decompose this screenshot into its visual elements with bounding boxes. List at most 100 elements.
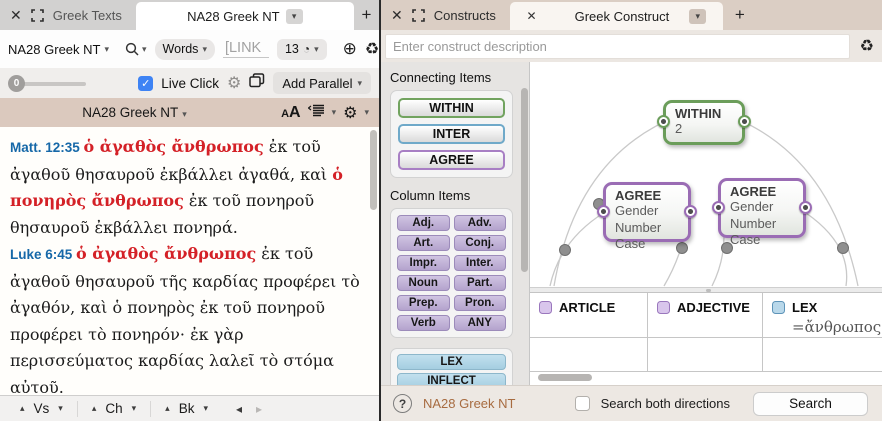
nav-down-icon[interactable]: ▾ (203, 403, 208, 414)
nav-up-icon[interactable]: ▴ (165, 403, 170, 414)
column-item-label: ARTICLE (559, 300, 615, 315)
table-horizontal-scrollbar[interactable] (538, 374, 592, 381)
column-item-value: =ἄνθρωπος (792, 318, 882, 336)
text-pane-header: NA28 Greek NT▾ AA ▾ ⚙ ▾ (0, 98, 379, 127)
connecting-items-title: Connecting Items (390, 70, 529, 85)
search-module-label[interactable]: NA28 Greek NT (423, 396, 515, 411)
add-tab-button[interactable]: + (723, 0, 757, 30)
connecting-item-agree[interactable]: AGREE (398, 150, 505, 170)
chevron-down-icon: ▾ (142, 44, 147, 55)
connector-knob[interactable] (597, 205, 610, 218)
expand-pane-icon[interactable] (31, 9, 44, 22)
font-size-control[interactable]: AA (281, 104, 301, 122)
nav-group-ch: ▴ Ch ▾ (77, 401, 150, 417)
text-pane-title[interactable]: NA28 Greek NT▾ (0, 105, 269, 120)
construct-column-empty-slot[interactable] (763, 338, 882, 372)
tab-greek-construct[interactable]: ✕ Greek Construct ▾ (510, 2, 723, 30)
column-item-impr[interactable]: Impr. (397, 255, 450, 271)
connector-knob[interactable] (799, 201, 812, 214)
text-settings-gear-icon[interactable]: ⚙ (343, 103, 357, 123)
column-item-part[interactable]: Part. (454, 275, 507, 291)
duplicate-pane-icon[interactable] (249, 73, 265, 93)
agree-node[interactable]: AGREE Gender Number Case (718, 178, 806, 238)
amplify-icon[interactable]: ♻ (365, 39, 379, 59)
help-button[interactable]: ? (393, 394, 412, 413)
hit-count-control[interactable]: 13 ◔ ▾ (277, 39, 327, 60)
construct-column-lex[interactable]: LEX=ἄνθρωπος (763, 293, 882, 338)
expand-pane-icon[interactable] (412, 9, 425, 22)
construct-column-adjective[interactable]: ADJECTIVE (648, 293, 763, 338)
tab-dropdown-icon[interactable]: ▾ (689, 9, 706, 24)
chevron-down-icon[interactable]: ▾ (364, 107, 369, 118)
column-item-art[interactable]: Art. (397, 235, 450, 251)
verse-ref[interactable]: Luke 6:45 (10, 247, 76, 262)
within-node[interactable]: WITHIN 2 (663, 100, 745, 145)
column-item-noun[interactable]: Noun (397, 275, 450, 291)
pie-chart-icon: ◔ (303, 42, 310, 56)
construct-description-input[interactable] (385, 34, 850, 59)
nav-up-icon[interactable]: ▴ (20, 403, 25, 414)
search-both-directions-checkbox[interactable] (575, 396, 590, 411)
search-scope-select[interactable]: Words ▾ (155, 39, 215, 60)
column-item-any[interactable]: ANY (454, 315, 507, 331)
connecting-item-inter[interactable]: INTER (398, 124, 505, 144)
connector-knob[interactable] (738, 115, 751, 128)
nav-up-icon[interactable]: ▴ (92, 403, 97, 414)
construct-column-empty-slot[interactable] (530, 338, 648, 372)
agree-node[interactable]: AGREE Gender Number Case (603, 182, 691, 242)
connector-knob[interactable] (657, 115, 670, 128)
text-scrollbar[interactable] (370, 130, 377, 210)
modifier-item-inflect[interactable]: INFLECT (397, 373, 506, 385)
search-entry-field[interactable]: [LINK (223, 40, 269, 58)
column-item-adj[interactable]: Adj. (397, 215, 450, 231)
nav-down-icon[interactable]: ▾ (132, 403, 137, 414)
add-parallel-button[interactable]: Add Parallel ▾ (273, 72, 371, 94)
close-tab-icon[interactable]: ✕ (527, 9, 537, 23)
tab-na28-greek-nt[interactable]: NA28 Greek NT ▾ (136, 2, 354, 30)
nav-down-icon[interactable]: ▾ (58, 403, 63, 414)
construct-column-empty-slot[interactable] (648, 338, 763, 372)
construct-columns-table: ARTICLE ADJECTIVELEX=ἄνθρωπος (530, 293, 882, 372)
column-item-verb[interactable]: Verb (397, 315, 450, 331)
modifier-item-lex[interactable]: LEX (397, 354, 506, 370)
right-tab-bar: ✕ Constructs ✕ Greek Construct ▾ + (381, 0, 882, 30)
live-click-gear-icon[interactable]: ⚙ (227, 73, 241, 93)
nav-label: Ch (105, 401, 122, 416)
connecting-items-group: WITHIN INTER AGREE (390, 90, 513, 178)
column-item-prep[interactable]: Prep. (397, 295, 450, 311)
live-click-checkbox[interactable]: ✓ (138, 76, 153, 91)
search-toolbar: NA28 Greek NT ▾ ▾ Words ▾ [LINK 13 ◔ ▾ ⊕… (0, 30, 379, 68)
text-module-select[interactable]: NA28 Greek NT ▾ (8, 42, 109, 57)
search-button[interactable]: Search (753, 392, 868, 416)
tab-dropdown-icon[interactable]: ▾ (286, 9, 303, 24)
connecting-item-within[interactable]: WITHIN (398, 98, 505, 118)
close-pane-icon[interactable]: ✕ (10, 8, 22, 22)
context-slider[interactable]: 0 (8, 75, 86, 92)
construct-canvas[interactable]: WITHIN 2 AGREE Gender Number Case AGREE … (530, 62, 882, 385)
verse-ref[interactable]: Matt. 12:35 (10, 140, 84, 155)
paragraph-format-icon[interactable] (308, 104, 325, 122)
column-item-conj[interactable]: Conj. (454, 235, 507, 251)
amplify-icon[interactable]: ♻ (860, 36, 874, 56)
chevron-down-icon[interactable]: ▾ (332, 107, 337, 118)
search-both-directions-label: Search both directions (601, 396, 730, 411)
add-tab-button[interactable]: + (354, 0, 379, 30)
pane-divider[interactable] (379, 0, 381, 421)
column-item-icon (772, 301, 785, 314)
column-item-pron[interactable]: Pron. (454, 295, 507, 311)
close-pane-icon[interactable]: ✕ (391, 8, 403, 22)
search-mode-select[interactable]: ▾ (125, 42, 147, 57)
palette-scrollbar[interactable] (521, 88, 528, 272)
history-back-icon[interactable]: ◂ (236, 402, 242, 416)
connector-knob[interactable] (684, 205, 697, 218)
slider-thumb[interactable]: 0 (8, 75, 25, 92)
column-item-inter[interactable]: Inter. (454, 255, 507, 271)
add-search-icon[interactable]: ⊕ (343, 39, 357, 59)
connector-knob[interactable] (712, 201, 725, 214)
slider-track[interactable] (16, 82, 86, 86)
verse-text-area[interactable]: Matt. 12:35 ὁ ἀγαθὸς ἄνθρωπος ἐκ τοῦ ἀγα… (0, 127, 379, 395)
history-forward-icon[interactable]: ▸ (256, 402, 262, 416)
connection-arcs (530, 62, 882, 288)
construct-column-article[interactable]: ARTICLE (530, 293, 648, 338)
column-item-adv[interactable]: Adv. (454, 215, 507, 231)
